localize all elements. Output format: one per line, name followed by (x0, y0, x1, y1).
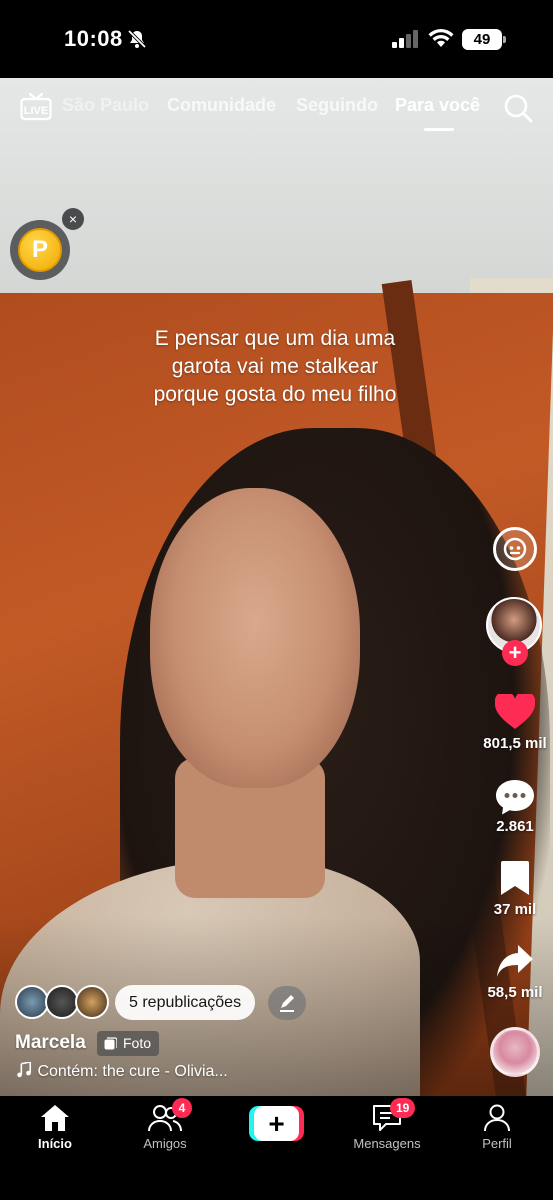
avatar (75, 985, 109, 1019)
save-count: 37 mil (493, 901, 537, 918)
comment-icon (496, 780, 534, 815)
tab-seguindo[interactable]: Seguindo (296, 95, 378, 116)
save-button[interactable] (470, 860, 553, 896)
share-icon (497, 945, 533, 977)
close-reward-button[interactable]: × (62, 208, 84, 230)
reward-coin-widget[interactable]: P (10, 220, 70, 280)
avatar (45, 985, 79, 1019)
music-note-icon (17, 1062, 32, 1078)
comment-count: 2.861 (496, 818, 534, 835)
reposts-count-label[interactable]: 5 republicações (115, 985, 256, 1020)
search-icon[interactable] (503, 93, 533, 123)
tab-mensagens[interactable]: 19 Mensagens (342, 1098, 432, 1151)
face-icon (503, 537, 527, 561)
caption-line: garota vai me stalkear (171, 355, 379, 378)
tab-sao-paulo[interactable]: São Paulo (62, 95, 149, 116)
tab-label: Amigos (143, 1136, 187, 1151)
like-button[interactable] (470, 694, 553, 730)
friends-badge: 4 (172, 1098, 192, 1118)
tab-inicio[interactable]: Início (10, 1104, 100, 1151)
status-bar: 10:08 49 (0, 0, 553, 78)
top-nav: LIVE São Paulo Comunidade Seguindo Para … (0, 85, 553, 131)
post-type-label: Foto (123, 1035, 152, 1051)
post-username[interactable]: Marcela (15, 1032, 86, 1054)
edit-button[interactable] (268, 986, 306, 1020)
music-disc[interactable] (490, 1027, 540, 1077)
messages-badge: 19 (390, 1098, 416, 1118)
heart-icon (495, 694, 535, 729)
home-icon (41, 1105, 69, 1131)
music-title: Contém: the cure - Olivia... (37, 1063, 228, 1080)
post-type-badge: Foto (97, 1031, 160, 1056)
pencil-icon (280, 995, 294, 1012)
tab-para-voce[interactable]: Para você (395, 95, 480, 116)
active-tab-indicator (424, 128, 454, 131)
status-time: 10:08 (64, 26, 123, 51)
share-button[interactable] (470, 944, 553, 978)
tab-label: Mensagens (353, 1136, 421, 1151)
tab-perfil[interactable]: Perfil (452, 1104, 542, 1151)
comment-button[interactable] (470, 778, 553, 816)
tab-label: Perfil (482, 1136, 512, 1151)
bell-off-icon (127, 29, 147, 49)
like-count: 801,5 mil (483, 735, 547, 752)
signal-icon (392, 30, 418, 48)
media-subject (150, 488, 360, 788)
tab-label: Início (38, 1136, 72, 1151)
follow-button[interactable]: + (502, 640, 528, 666)
avatar (15, 985, 49, 1019)
share-count: 58,5 mil (487, 984, 543, 1001)
battery-level: 49 (473, 31, 491, 48)
battery-icon: 49 (462, 29, 506, 50)
tab-amigos[interactable]: 4 Amigos (120, 1098, 210, 1151)
bottom-tab-bar: Início 4 Amigos + 19 Mensagens Perfil (0, 1096, 553, 1200)
plus-icon: + (254, 1106, 299, 1141)
svg-text:LIVE: LIVE (24, 105, 48, 117)
profile-icon (484, 1104, 510, 1132)
tab-comunidade[interactable]: Comunidade (167, 95, 276, 116)
music-info[interactable]: Contém: the cure - Olivia... (15, 1062, 228, 1081)
media-caption: E pensar que um dia uma garota vai me st… (100, 325, 450, 409)
wifi-icon (428, 29, 454, 47)
photo-icon (104, 1037, 117, 1050)
effect-button[interactable] (493, 527, 537, 571)
caption-line: E pensar que um dia uma (154, 327, 396, 350)
coin-icon: P (18, 228, 62, 272)
caption-line: porque gosta do meu filho (153, 383, 397, 406)
live-icon[interactable]: LIVE (20, 91, 52, 121)
bookmark-icon (501, 861, 529, 895)
create-button[interactable]: + (249, 1106, 304, 1141)
